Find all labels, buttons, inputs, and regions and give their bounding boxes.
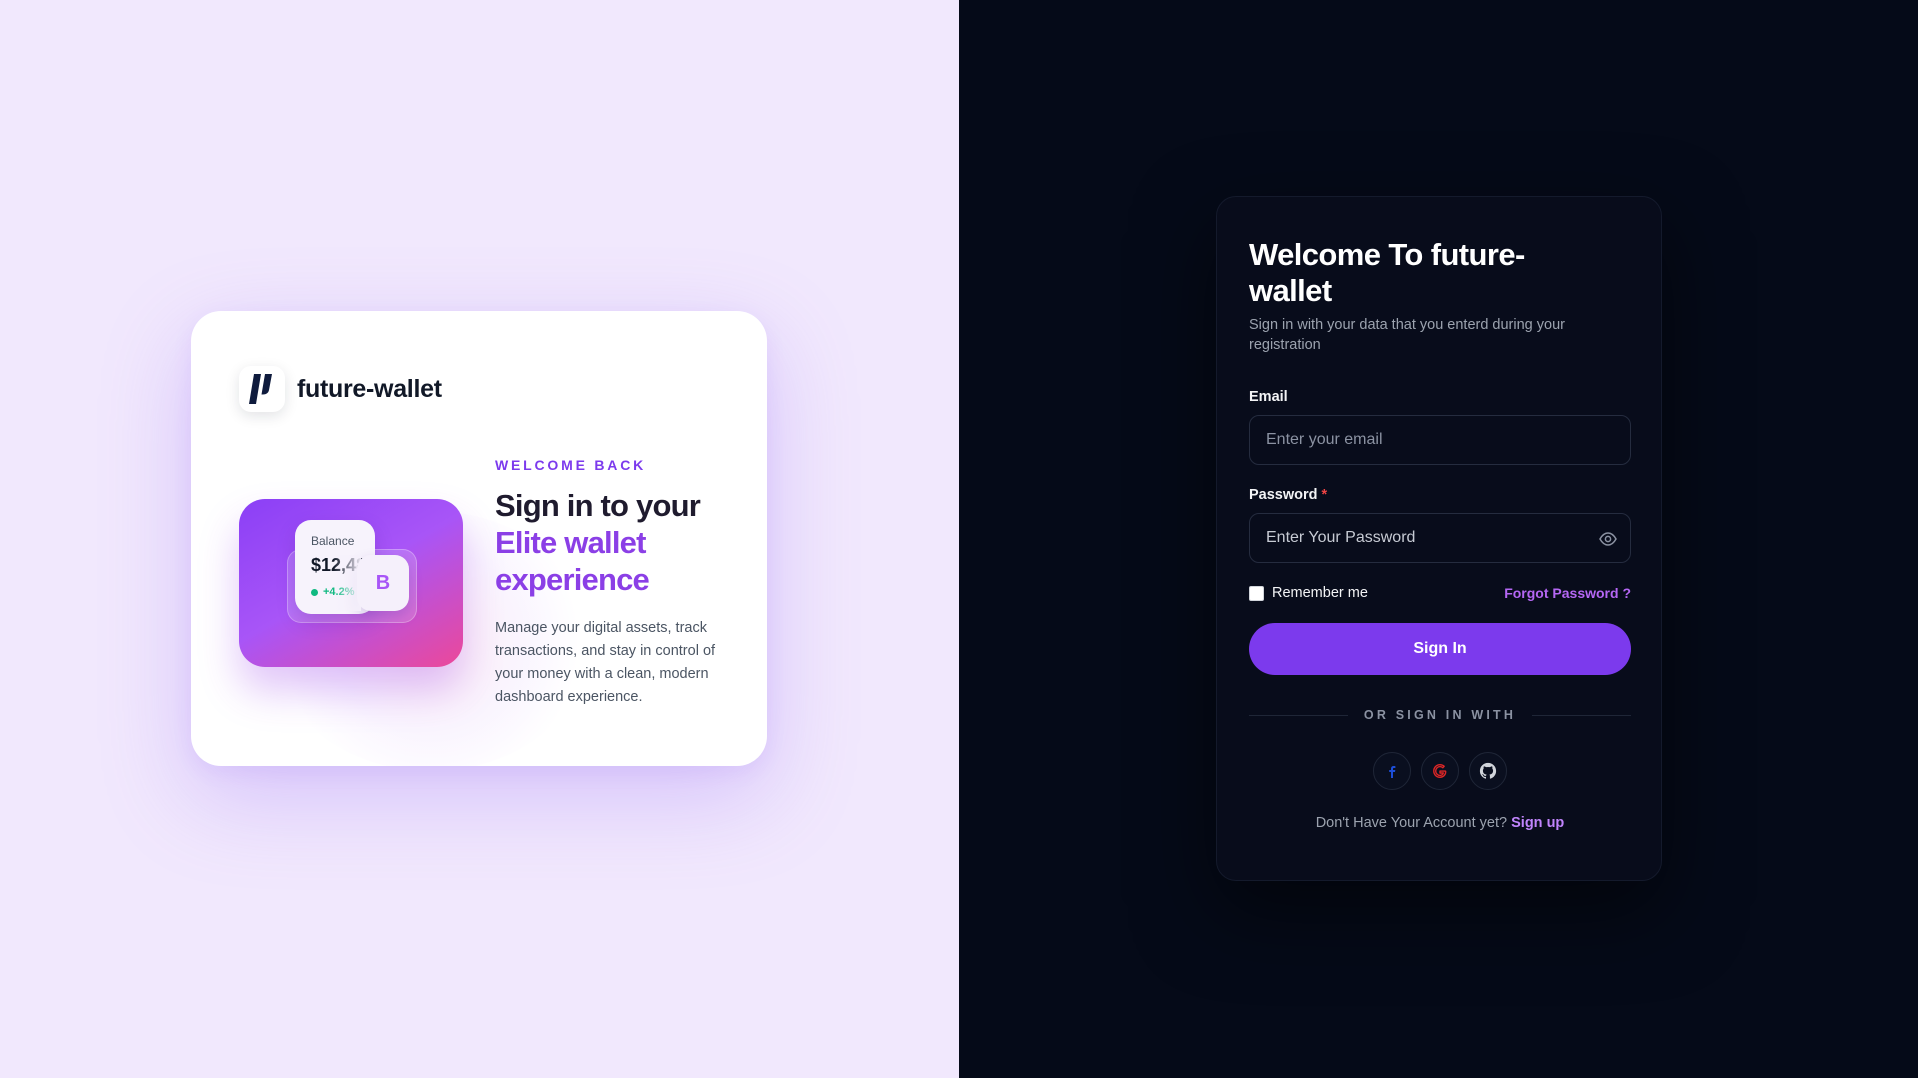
password-label: Password *	[1249, 487, 1631, 503]
google-button[interactable]	[1421, 752, 1459, 790]
remember-me-label: Remember me	[1272, 585, 1368, 601]
login-form: Welcome To future-wallet Sign in with yo…	[1249, 237, 1632, 831]
facebook-icon	[1389, 766, 1396, 778]
coin-symbol: B	[375, 571, 391, 594]
form-options: Remember me Forgot Password ?	[1249, 585, 1631, 601]
brand-card: future-wallet Balance $12,480 +4.2% B	[191, 311, 767, 766]
email-field-box	[1249, 415, 1631, 465]
logo-mark-icon	[239, 366, 285, 412]
hero-title-accent: Elite wallet experience	[495, 525, 650, 597]
hero-title-main: Sign in to your	[495, 488, 701, 523]
signup-prompt: Don't Have Your Account yet?	[1315, 815, 1508, 831]
password-field[interactable]	[1250, 514, 1630, 562]
sign-in-button[interactable]: Sign In	[1249, 623, 1631, 675]
bitcoin-icon: B	[333, 555, 409, 611]
forgot-password-link[interactable]: Forgot Password ?	[1504, 585, 1631, 601]
divider-line-right	[1532, 714, 1632, 716]
social-divider: OR SIGN IN WITH	[1249, 708, 1632, 722]
wallet-illustration: Balance $12,480 +4.2% B	[239, 499, 463, 667]
sign-up-link[interactable]: Sign up	[1511, 815, 1564, 831]
divider-line-left	[1249, 714, 1348, 716]
required-mark: *	[1321, 487, 1328, 503]
login-subtitle: Sign in with your data that you enterd d…	[1249, 317, 1565, 353]
password-field-box	[1249, 513, 1631, 563]
brand-name: future-wallet	[297, 374, 442, 403]
email-label: Email	[1249, 389, 1288, 405]
coin-card-fade	[333, 555, 361, 611]
social-buttons	[1249, 752, 1631, 790]
github-icon	[1479, 762, 1497, 779]
facebook-button[interactable]	[1373, 752, 1411, 790]
hero-title: Sign in to your Elite wallet experience	[495, 487, 735, 598]
login-panel: Welcome To future-wallet Sign in with yo…	[959, 0, 1918, 1078]
brand-logo: future-wallet	[239, 366, 442, 412]
google-icon	[1433, 764, 1447, 778]
welcome-kicker: WELCOME BACK	[495, 457, 647, 473]
login-page: future-wallet Balance $12,480 +4.2% B	[0, 0, 1918, 1078]
remember-me-checkbox[interactable]	[1249, 585, 1264, 601]
change-dot-icon	[311, 588, 318, 596]
brand-panel: future-wallet Balance $12,480 +4.2% B	[0, 0, 959, 1078]
github-button[interactable]	[1469, 752, 1507, 790]
signup-prompt-row: Don't Have Your Account yet? Sign up	[1249, 815, 1631, 831]
login-card: Welcome To future-wallet Sign in with yo…	[1216, 196, 1662, 881]
show-password-eye-icon[interactable]	[1598, 529, 1618, 549]
email-field[interactable]	[1250, 416, 1630, 464]
password-label-text: Password	[1249, 487, 1318, 503]
remember-me[interactable]: Remember me	[1249, 585, 1368, 601]
divider-text: OR SIGN IN WITH	[1363, 708, 1517, 722]
login-title: Welcome To future-wallet	[1249, 237, 1525, 308]
hero-description: Manage your digital assets, track transa…	[495, 620, 716, 705]
balance-label: Balance	[311, 534, 355, 548]
